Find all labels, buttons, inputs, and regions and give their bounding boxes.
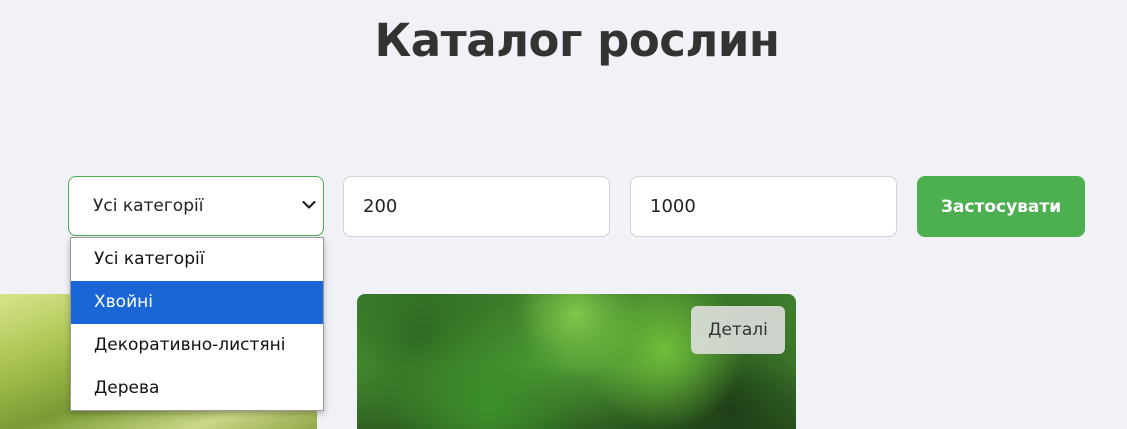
category-dropdown-list: Усі категорії Хвойні Декоративно-листяні…	[70, 237, 324, 411]
apply-button[interactable]: Застосувати	[917, 176, 1085, 237]
category-select[interactable]: Усі категорії	[68, 176, 324, 236]
min-price-input[interactable]	[343, 176, 610, 237]
dropdown-option-trees[interactable]: Дерева	[71, 367, 323, 410]
page-title: Каталог рослин	[374, 14, 780, 67]
max-price-input[interactable]	[630, 176, 897, 237]
details-button[interactable]: Деталі	[691, 306, 785, 354]
chevron-down-icon	[302, 200, 316, 209]
category-select-value: Усі категорії	[93, 196, 204, 216]
dropdown-option-decorative-deciduous[interactable]: Декоративно-листяні	[71, 324, 323, 367]
dropdown-option-all[interactable]: Усі категорії	[71, 238, 323, 281]
catalog-page: Каталог рослин Усі категорії Застосувати…	[0, 0, 1127, 429]
dropdown-option-conifers[interactable]: Хвойні	[71, 281, 323, 324]
